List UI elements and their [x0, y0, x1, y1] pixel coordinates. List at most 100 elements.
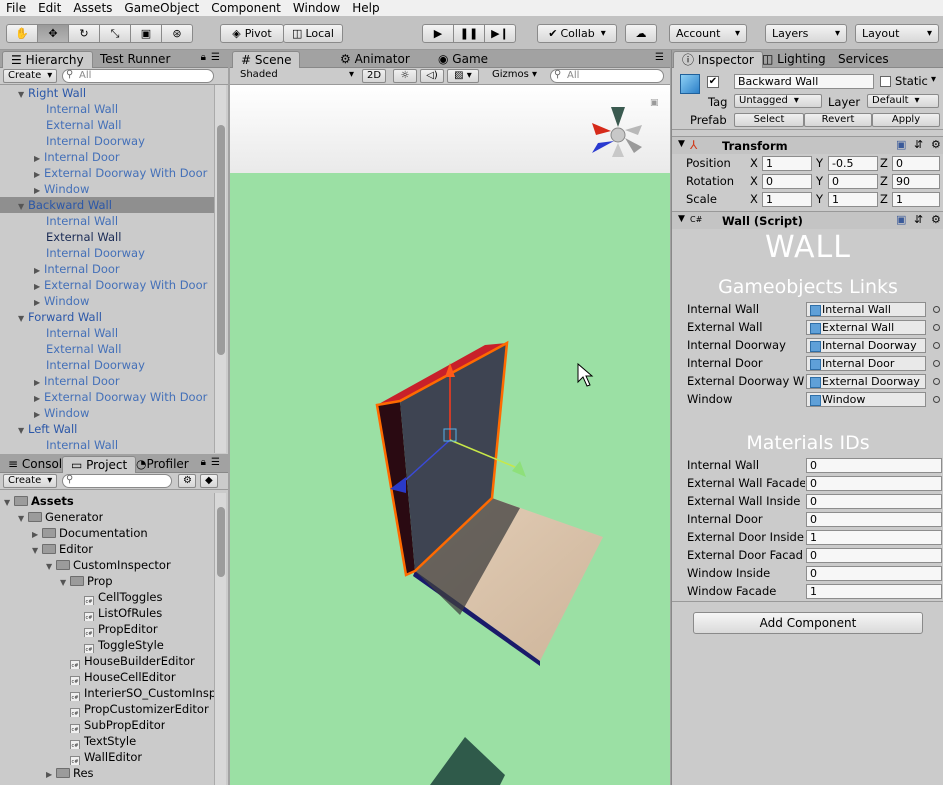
shading-mode-dropdown[interactable]: Shaded ▾ — [234, 69, 356, 83]
project-file[interactable]: c# TextStyle — [0, 733, 136, 749]
project-search-input[interactable] — [62, 474, 172, 488]
layer-dropdown[interactable]: Default — [867, 94, 939, 108]
chevron-down-icon[interactable]: ▾ — [931, 74, 936, 85]
hierarchy-search-input[interactable]: All — [62, 69, 214, 83]
transform-header[interactable]: ▼ ⅄ Transform ▣ ⇵ ⚙ — [672, 136, 943, 154]
tab-lighting[interactable]: ◫ Lighting — [754, 51, 834, 68]
axis-x-label[interactable]: X — [750, 192, 758, 206]
play-button[interactable]: ▶ — [422, 24, 454, 43]
transform-z-field[interactable]: 0 — [892, 156, 940, 171]
project-file[interactable]: c# HouseBuilderEditor — [0, 653, 195, 669]
object-reference-field[interactable]: External Wall — [806, 320, 926, 335]
transform-x-field[interactable]: 1 — [762, 192, 812, 207]
hierarchy-item[interactable]: ▶ Window — [0, 293, 214, 309]
add-component-button[interactable]: Add Component — [693, 612, 923, 634]
project-folder[interactable]: ▼ CustomInspector — [0, 557, 171, 573]
material-id-field[interactable]: 0 — [806, 458, 942, 473]
filter-label-button[interactable]: ◆ — [200, 474, 218, 488]
cloud-button[interactable]: ☁ — [625, 24, 657, 43]
axis-y-label[interactable]: Y — [816, 192, 823, 206]
hierarchy-item[interactable]: ▶ Window — [0, 405, 214, 421]
hierarchy-item[interactable]: ▶ Internal Door — [0, 373, 214, 389]
object-picker-icon[interactable] — [933, 396, 940, 403]
material-id-field[interactable]: 0 — [806, 566, 942, 581]
menu-edit[interactable]: Edit — [32, 0, 67, 16]
expand-down-icon[interactable]: ▼ — [18, 311, 28, 325]
scene-search-input[interactable]: All — [550, 69, 664, 83]
rect-tool-button[interactable]: ▣ — [130, 24, 162, 43]
transform-z-field[interactable]: 90 — [892, 174, 940, 189]
transform-y-field[interactable]: -0.5 — [828, 156, 878, 171]
project-file[interactable]: c# PropCustomizerEditor — [0, 701, 209, 717]
material-id-field[interactable]: 0 — [806, 494, 942, 509]
project-folder[interactable]: ▼ Prop — [0, 573, 113, 589]
hierarchy-item[interactable]: ▶ External Doorway With Door — [0, 165, 214, 181]
collab-dropdown[interactable]: ✔ Collab — [537, 24, 617, 43]
project-scroll-thumb[interactable] — [217, 507, 225, 577]
menu-help[interactable]: Help — [346, 0, 385, 16]
project-file[interactable]: c# ListOfRules — [0, 605, 162, 621]
gear-icon[interactable]: ⚙ — [931, 138, 941, 151]
tab-project[interactable]: ▭ Project — [62, 456, 137, 473]
hierarchy-create-button[interactable]: Create — [3, 69, 58, 83]
hierarchy-item[interactable]: ▶ External Doorway With Door — [0, 389, 214, 405]
prefab-revert-button[interactable]: Revert — [804, 113, 872, 127]
menu-file[interactable]: File — [0, 0, 32, 16]
project-scrollbar[interactable] — [214, 493, 226, 785]
axis-y-label[interactable]: Y — [816, 156, 823, 170]
project-file[interactable]: c# HouseCellEditor — [0, 669, 176, 685]
project-create-button[interactable]: Create — [3, 474, 58, 488]
pivot-toggle[interactable]: ◈ Pivot — [220, 24, 284, 43]
material-id-field[interactable]: 1 — [806, 584, 942, 599]
project-file[interactable]: c# WallEditor — [0, 749, 142, 765]
expand-down-icon[interactable]: ▼ — [18, 87, 28, 101]
hierarchy-item[interactable]: External Wall — [0, 229, 214, 245]
chevron-down-icon[interactable]: ▼ — [678, 139, 685, 149]
hierarchy-item[interactable]: ▶ Window — [0, 181, 214, 197]
active-checkbox[interactable]: ✔ — [707, 76, 719, 88]
layers-dropdown[interactable]: Layers — [765, 24, 847, 43]
project-file[interactable]: c# ToggleStyle — [0, 637, 164, 653]
expand-down-icon[interactable]: ▼ — [18, 511, 28, 525]
tab-hierarchy[interactable]: ☰ Hierarchy — [2, 51, 93, 68]
expand-down-icon[interactable]: ▼ — [32, 543, 42, 557]
lock-icon[interactable]: ▣ — [650, 98, 659, 108]
tab-game[interactable]: ◉ Game — [430, 51, 496, 68]
account-dropdown[interactable]: Account — [669, 24, 747, 43]
transform-y-field[interactable]: 1 — [828, 192, 878, 207]
object-picker-icon[interactable] — [933, 324, 940, 331]
tab-inspector[interactable]: ⓘ Inspector — [673, 51, 763, 68]
hierarchy-item[interactable]: Internal Wall — [0, 437, 214, 453]
pause-button[interactable]: ❚❚ — [453, 24, 485, 43]
scene-render[interactable]: ▣ — [230, 85, 670, 785]
tab-scene[interactable]: # Scene — [232, 51, 301, 68]
layout-dropdown[interactable]: Layout — [855, 24, 939, 43]
hierarchy-item[interactable]: Internal Wall — [0, 101, 214, 117]
project-file[interactable]: c# InterierSO_CustomInspector — [0, 685, 214, 701]
hierarchy-item[interactable]: ▶ Internal Door — [0, 261, 214, 277]
panel-menu-icon[interactable]: ☰ — [655, 52, 664, 63]
chevron-down-icon[interactable]: ▼ — [678, 214, 685, 224]
panel-menu-icon[interactable]: ☰ — [211, 457, 220, 468]
audio-toggle[interactable]: ◁) — [420, 69, 444, 83]
move-tool-button[interactable]: ✥ — [37, 24, 69, 43]
hierarchy-item[interactable]: ▼ Forward Wall — [0, 309, 214, 325]
project-folder[interactable]: ▼ Editor — [0, 541, 93, 557]
tab-services[interactable]: Services — [830, 51, 897, 68]
filter-type-button[interactable]: ⚙ — [178, 474, 196, 488]
hierarchy-item[interactable]: ▼ Right Wall — [0, 85, 214, 101]
object-picker-icon[interactable] — [933, 342, 940, 349]
expand-right-icon[interactable]: ▶ — [46, 767, 56, 781]
tab-animator[interactable]: ⚙ Animator — [332, 51, 418, 68]
expand-right-icon[interactable]: ▶ — [34, 279, 44, 293]
object-picker-icon[interactable] — [933, 306, 940, 313]
hierarchy-item[interactable]: ▶ Internal Door — [0, 149, 214, 165]
expand-right-icon[interactable]: ▶ — [34, 391, 44, 405]
hierarchy-item[interactable]: Internal Doorway — [0, 357, 214, 373]
object-picker-icon[interactable] — [933, 378, 940, 385]
transform-x-field[interactable]: 1 — [762, 156, 812, 171]
scene-viewport[interactable]: ▣ — [230, 85, 670, 785]
static-checkbox[interactable] — [880, 76, 891, 87]
project-file[interactable]: c# SubPropEditor — [0, 717, 165, 733]
effects-dropdown[interactable]: ▨ ▾ — [447, 69, 479, 83]
